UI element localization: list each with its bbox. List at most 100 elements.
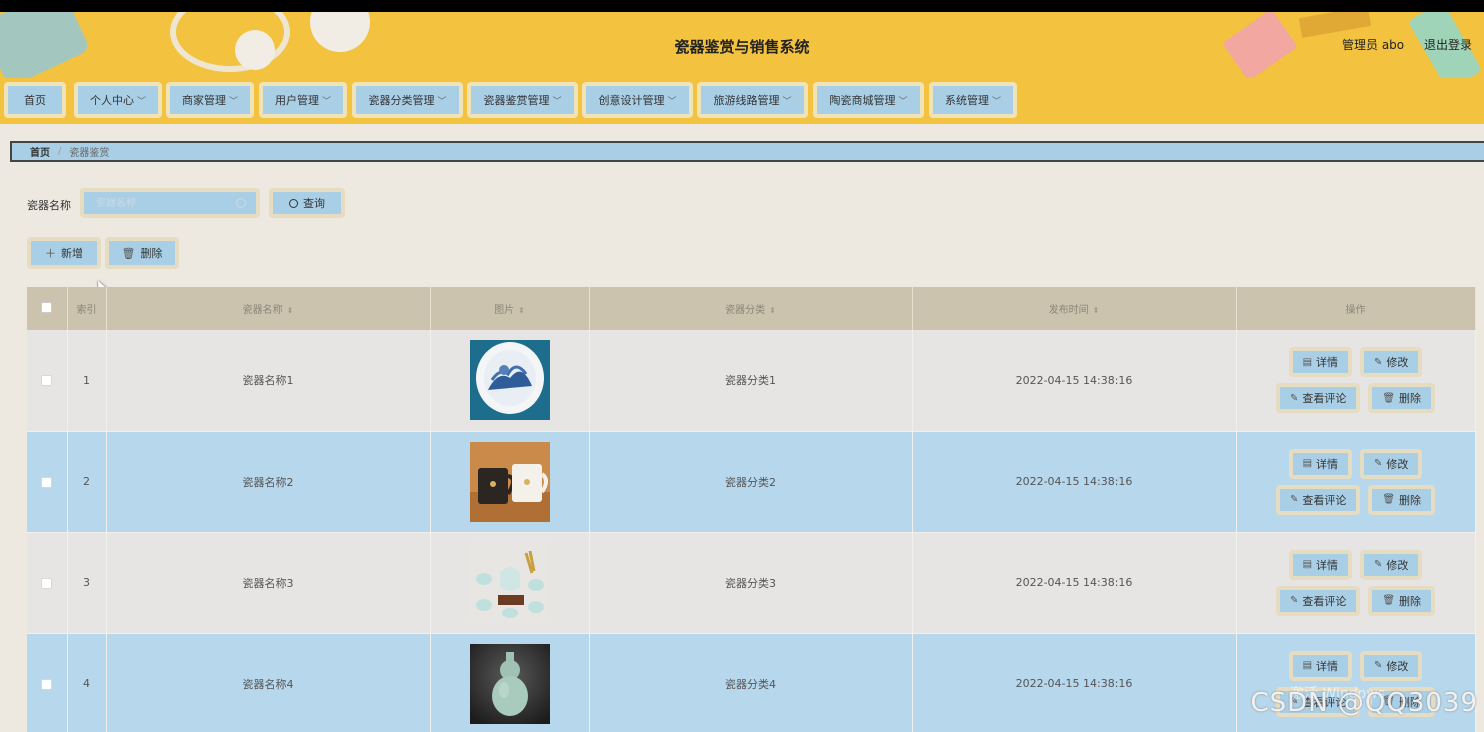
nav-item-category-management[interactable]: 瓷器分类管理 ﹀: [352, 82, 463, 118]
nav-label: 旅游线路管理: [713, 94, 780, 107]
porcelain-image[interactable]: [469, 340, 550, 421]
edit-button[interactable]: ✎ 修改: [1360, 448, 1423, 479]
delete-label: 删除: [1399, 594, 1422, 608]
logout-button[interactable]: 退出登录: [1424, 38, 1472, 52]
user-area: 管理员 abo 退出登录: [1326, 36, 1472, 53]
time-cell: 2022-04-15 14:38:16: [912, 330, 1237, 432]
view-comments-button[interactable]: ✎ 查看评论: [1275, 383, 1361, 414]
detail-button[interactable]: ▤ 详情: [1288, 448, 1353, 479]
delete-button-label: 删除: [140, 247, 163, 260]
sort-icon[interactable]: ⬍: [769, 306, 776, 315]
breadcrumb-home[interactable]: 首页: [30, 144, 50, 159]
edit-label: 修改: [1386, 558, 1409, 572]
column-header-image[interactable]: 图片 ⬍: [430, 287, 590, 330]
delete-button[interactable]: 🗑 删除: [1368, 484, 1436, 515]
actions-cell: ▤ 详情 ✎ 修改 ✎ 查看评论 🗑 删除: [1236, 431, 1476, 533]
nav-item-ceramic-mall-management[interactable]: 陶瓷商城管理 ﹀: [813, 82, 924, 118]
column-header-time[interactable]: 发布时间 ⬍: [912, 287, 1237, 330]
view-comments-button[interactable]: ✎ 查看评论: [1275, 585, 1361, 616]
table-row: 3 瓷器名称3 瓷器分类3 2022-04-15 14:38:16 ▤ 详情 ✎ 修…: [27, 532, 1476, 634]
name-cell: 瓷器名称1: [106, 330, 431, 432]
nav-item-travel-route-management[interactable]: 旅游线路管理 ﹀: [697, 82, 808, 118]
add-button-label: 新增: [61, 247, 83, 260]
add-button[interactable]: ＋ 新增: [27, 237, 101, 269]
porcelain-image[interactable]: [469, 441, 550, 522]
nav-item-home[interactable]: 首页: [4, 82, 66, 118]
image-cell: [430, 330, 590, 432]
column-label: 操作: [1345, 305, 1366, 316]
batch-delete-button[interactable]: 🗑 删除: [105, 237, 179, 269]
porcelain-image[interactable]: [469, 643, 550, 724]
row-checkbox-cell: [27, 532, 68, 634]
nav-label: 用户管理: [274, 94, 319, 107]
select-all-checkbox[interactable]: [41, 301, 53, 313]
chevron-down-icon: ﹀: [228, 96, 238, 107]
admin-user-label[interactable]: 管理员 abo: [1342, 38, 1404, 52]
nav-item-personal-center[interactable]: 个人中心 ﹀: [74, 82, 162, 118]
porcelain-image[interactable]: [469, 542, 550, 623]
nav-item-system-management[interactable]: 系统管理 ﹀: [929, 82, 1017, 118]
edit-button[interactable]: ✎ 修改: [1360, 650, 1423, 681]
detail-button[interactable]: ▤ 详情: [1288, 549, 1353, 580]
nav-label: 首页: [24, 94, 46, 107]
nav-item-appreciation-management[interactable]: 瓷器鉴赏管理 ﹀: [467, 82, 578, 118]
index-cell: 4: [67, 633, 107, 732]
sort-icon[interactable]: ⬍: [287, 306, 294, 315]
index-cell: 2: [67, 431, 107, 533]
row-checkbox[interactable]: [41, 678, 53, 690]
chevron-down-icon: ﹀: [437, 96, 447, 107]
sort-icon[interactable]: ⬍: [518, 306, 525, 315]
view-comments-button[interactable]: ✎ 查看评论: [1275, 484, 1361, 515]
edit-button[interactable]: ✎ 修改: [1360, 347, 1423, 378]
comments-label: 查看评论: [1302, 594, 1347, 608]
row-checkbox[interactable]: [41, 577, 53, 589]
nav-item-user-management[interactable]: 用户管理 ﹀: [259, 82, 347, 118]
search-input[interactable]: [96, 197, 236, 209]
name-cell: 瓷器名称2: [106, 431, 431, 533]
nav-item-merchant-management[interactable]: 商家管理 ﹀: [166, 82, 254, 118]
column-header-category[interactable]: 瓷器分类 ⬍: [589, 287, 913, 330]
column-header-index: 索引: [67, 287, 107, 330]
category-cell: 瓷器分类1: [589, 330, 913, 432]
search-icon: [236, 198, 246, 208]
detail-button[interactable]: ▤ 详情: [1288, 650, 1353, 681]
category-cell: 瓷器分类4: [589, 633, 913, 732]
column-label: 瓷器名称: [242, 305, 283, 316]
breadcrumb: 首页 / 瓷器鉴赏: [10, 141, 1484, 162]
top-black-strip: [0, 0, 1484, 12]
nav-label: 系统管理: [944, 94, 989, 107]
pencil-icon: ✎: [1289, 494, 1299, 505]
actions-cell: ▤ 详情 ✎ 修改 ✎ 查看评论 🗑 删除: [1236, 330, 1476, 432]
nav-label: 瓷器分类管理: [368, 94, 435, 107]
detail-label: 详情: [1316, 659, 1339, 673]
query-button-label: 查询: [303, 197, 325, 210]
edit-label: 修改: [1386, 659, 1409, 673]
pencil-icon: ✎: [1374, 559, 1383, 570]
time-cell: 2022-04-15 14:38:16: [912, 633, 1237, 732]
table-header-row: 索引 瓷器名称 ⬍ 图片 ⬍ 瓷器分类 ⬍ 发布时间 ⬍ 操作: [27, 287, 1476, 330]
query-button[interactable]: 查询: [269, 188, 345, 218]
column-header-actions: 操作: [1236, 287, 1476, 330]
delete-button[interactable]: 🗑 删除: [1368, 383, 1436, 414]
sort-icon[interactable]: ⬍: [1093, 306, 1100, 315]
site-header: 瓷器鉴赏与销售系统 管理员 abo 退出登录: [0, 12, 1484, 78]
row-checkbox[interactable]: [41, 375, 53, 387]
edit-button[interactable]: ✎ 修改: [1360, 549, 1423, 580]
select-all-cell: [27, 287, 68, 330]
nav-item-creative-design-management[interactable]: 创意设计管理 ﹀: [582, 82, 693, 118]
table-row: 1 瓷器名称1 瓷器分类1 2022-04-15 14:38:16 ▤ 详情 ✎ 修…: [27, 330, 1476, 432]
row-checkbox[interactable]: [41, 476, 53, 488]
main-nav: 首页 个人中心 ﹀ 商家管理 ﹀ 用户管理 ﹀ 瓷器分类管理 ﹀ 瓷器鉴赏管理 ﹀ 创意设…: [0, 78, 1484, 124]
chevron-down-icon: ﹀: [552, 96, 562, 107]
document-icon: ▤: [1302, 559, 1313, 570]
column-header-name[interactable]: 瓷器名称 ⬍: [106, 287, 431, 330]
actions-cell: ▤ 详情 ✎ 修改 ✎ 查看评论 🗑 删除: [1236, 532, 1476, 634]
search-box: [80, 188, 260, 218]
delete-button[interactable]: 🗑 删除: [1368, 585, 1436, 616]
row-checkbox-cell: [27, 330, 68, 432]
chevron-down-icon: ﹀: [898, 96, 908, 107]
column-label: 瓷器分类: [725, 305, 766, 316]
edit-label: 修改: [1386, 356, 1409, 370]
breadcrumb-separator: /: [58, 146, 62, 157]
detail-button[interactable]: ▤ 详情: [1288, 347, 1353, 378]
